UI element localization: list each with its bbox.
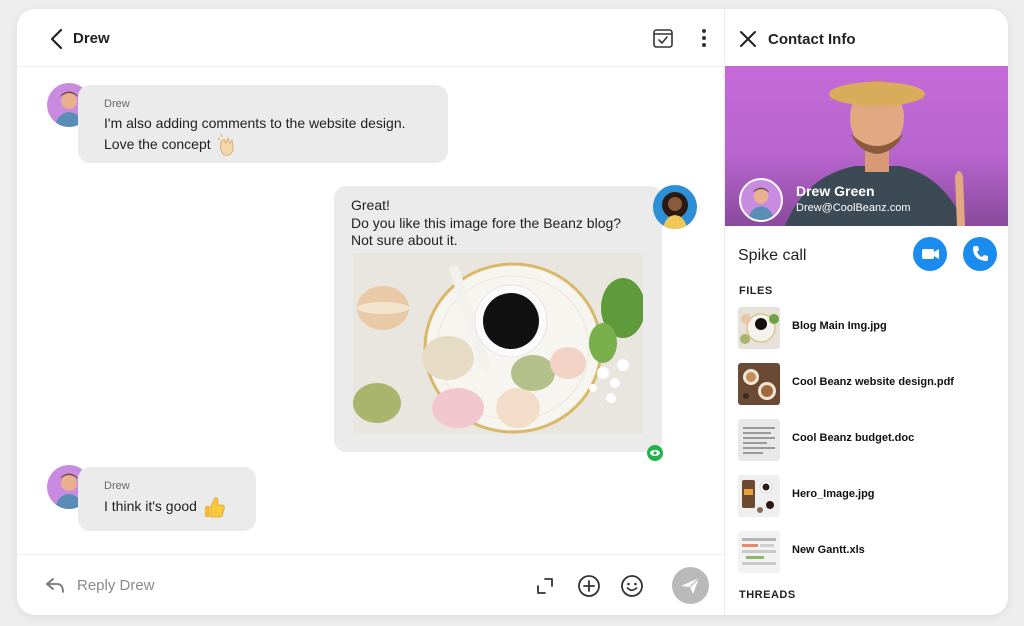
attached-image[interactable] (353, 253, 643, 434)
file-item[interactable]: Cool Beanz website design.pdf (738, 363, 998, 405)
message-line: Love the concept (104, 132, 241, 158)
user-avatar-icon (662, 192, 688, 229)
message-text: Love the concept (104, 136, 211, 153)
contact-info-panel: Contact Info Drew Green Drew@CoolBeanz.c… (724, 9, 1008, 615)
contact-title: Contact Info (768, 31, 856, 48)
file-item[interactable]: Cool Beanz budget.doc (738, 419, 998, 461)
video-camera-icon (922, 249, 939, 259)
doc-lines-thumb-icon (738, 419, 780, 461)
expand-icon[interactable] (533, 574, 557, 598)
file-name: Cool Beanz website design.pdf (792, 376, 954, 388)
contact-email[interactable]: Drew@CoolBeanz.com (796, 202, 911, 214)
message-bubble: Drew I think it's good (78, 467, 256, 531)
message-bubble: Great! Do you like this image fore the B… (334, 186, 662, 452)
chat-panel: Drew Drew I'm also adding comments to th… (17, 9, 724, 615)
sender-name: Drew (104, 480, 130, 492)
close-icon[interactable] (739, 30, 757, 48)
message-bubble: Drew I'm also adding comments to the web… (78, 85, 448, 163)
video-call-button[interactable] (913, 237, 947, 271)
more-vertical-icon[interactable] (692, 26, 716, 50)
file-item[interactable]: New Gantt.xls (738, 531, 998, 573)
file-item[interactable]: Hero_Image.jpg (738, 475, 998, 517)
voice-call-button[interactable] (963, 237, 997, 271)
spreadsheet-thumb-icon (738, 531, 780, 573)
message-text: Do you like this image fore the Beanz bl… (351, 215, 622, 231)
coffee-cups-thumb-icon (738, 363, 780, 405)
file-name: New Gantt.xls (792, 544, 865, 556)
message-line: I think it's good (104, 494, 227, 520)
message-text: Not sure about it. (351, 232, 458, 248)
emoji-icon[interactable] (620, 574, 644, 598)
back-arrow-icon[interactable] (47, 27, 67, 51)
avatar (653, 185, 697, 229)
reply-icon (46, 578, 64, 593)
message-text: Great! (351, 197, 390, 213)
task-check-icon[interactable] (651, 26, 675, 50)
threads-section-label: THREADS (739, 589, 796, 601)
add-icon[interactable] (577, 574, 601, 598)
file-item[interactable]: Blog Main Img.jpg (738, 307, 998, 349)
drew-avatar-icon (748, 187, 774, 220)
chat-title: Drew (73, 30, 110, 47)
message-text: I'm also adding comments to the website … (104, 115, 406, 131)
coffee-bag-thumb-icon (738, 475, 780, 517)
message-text: I think it's good (104, 498, 197, 515)
clapping-hands-icon (217, 133, 234, 156)
send-icon (681, 577, 700, 594)
spike-call-label: Spike call (738, 247, 807, 264)
file-name: Hero_Image.jpg (792, 488, 875, 500)
file-name: Cool Beanz budget.doc (792, 432, 915, 444)
seen-status-icon (647, 445, 663, 461)
sender-name: Drew (104, 98, 130, 110)
contact-header: Contact Info (725, 9, 1008, 67)
composer (17, 554, 724, 615)
reply-input[interactable] (77, 573, 377, 597)
thumbs-up-icon (205, 497, 226, 518)
send-button[interactable] (672, 567, 709, 604)
coffee-macaron-thumb-icon (738, 307, 780, 349)
app-window: Drew Drew I'm also adding comments to th… (17, 9, 1008, 615)
file-name: Blog Main Img.jpg (792, 320, 887, 332)
chat-header: Drew (17, 9, 724, 67)
contact-avatar (739, 178, 783, 222)
contact-hero: Drew Green Drew@CoolBeanz.com (725, 66, 1008, 226)
contact-name: Drew Green (796, 183, 875, 199)
phone-icon (973, 246, 988, 261)
files-section-label: FILES (739, 285, 773, 297)
